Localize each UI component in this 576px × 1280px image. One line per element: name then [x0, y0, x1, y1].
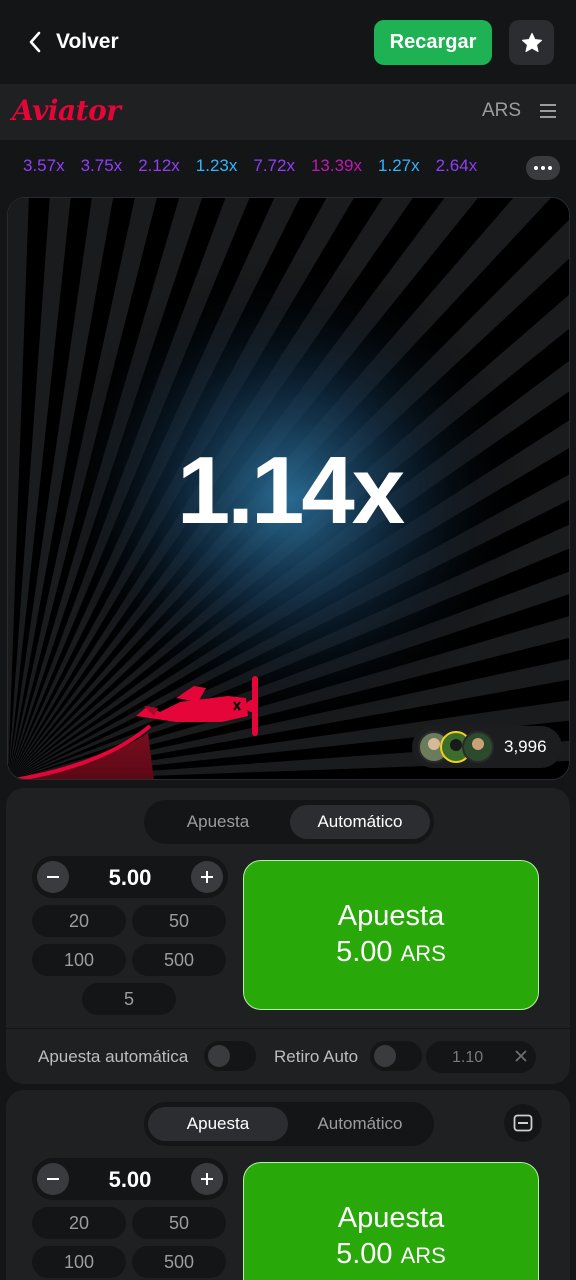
bet-mode-tabs: Apuesta Automático [144, 1102, 434, 1146]
game-canvas: 1.14x 3,996 [7, 197, 570, 780]
players-online: 3,996 [412, 726, 562, 768]
bet-amount-value[interactable]: 5.00 [72, 1167, 188, 1193]
place-bet-button[interactable]: Apuesta 5.00 ARS [243, 860, 539, 1010]
increase-button[interactable] [191, 1163, 223, 1195]
history-multiplier[interactable]: 3.57x [23, 156, 65, 176]
top-bar: Volver Recargar [0, 0, 576, 84]
history-multiplier[interactable]: 1.23x [196, 156, 238, 176]
bet-button-currency: ARS [400, 941, 446, 966]
player-avatars [418, 731, 494, 763]
history-list: 3.57x 3.75x 2.12x 1.23x 7.72x 13.39x 1.27x 2.64… [23, 156, 519, 182]
auto-cashout-value: 1.10 [452, 1049, 484, 1066]
bet-button-amount: 5.00 ARS [336, 934, 446, 972]
recharge-button[interactable]: Recargar [374, 20, 492, 65]
players-count: 3,996 [504, 737, 547, 756]
decrease-button[interactable] [37, 1163, 69, 1195]
auto-settings-row: Apuesta automática Retiro Auto 1.10 [6, 1028, 570, 1084]
more-dots-icon [534, 166, 552, 170]
history-multiplier[interactable]: 13.39x [311, 156, 362, 176]
place-bet-button[interactable]: Apuesta 5.00 ARS [243, 1162, 539, 1280]
history-multiplier[interactable]: 1.27x [378, 156, 420, 176]
bet-amount-stepper: 5.00 [32, 1158, 228, 1200]
auto-bet-toggle[interactable] [204, 1041, 256, 1071]
bet-mode-tabs: Apuesta Automático [144, 800, 434, 844]
auto-cashout-toggle[interactable] [370, 1041, 422, 1071]
tab-automatico[interactable]: Automático [290, 1107, 430, 1141]
tab-apuesta[interactable]: Apuesta [148, 1107, 288, 1141]
bet-panel-1: Apuesta Automático 5.00 20 50 100 500 5 … [6, 788, 570, 1084]
tab-automatico[interactable]: Automático [290, 805, 430, 839]
bet-button-amount-value: 5.00 [336, 936, 393, 968]
quick-amount-chip[interactable]: 20 [32, 905, 126, 937]
back-button[interactable]: Volver [28, 24, 119, 60]
menu-icon[interactable] [540, 104, 556, 118]
bet-panel-2: Apuesta Automático 5.00 20 50 100 500 Ap… [6, 1090, 570, 1280]
bet-button-label: Apuesta [337, 1202, 445, 1234]
plus-icon [201, 1173, 213, 1185]
quick-amount-chip[interactable]: 5 [82, 983, 176, 1015]
quick-amount-chip[interactable]: 20 [32, 1207, 126, 1239]
back-label: Volver [56, 30, 119, 53]
tab-apuesta[interactable]: Apuesta [148, 805, 288, 839]
aviator-logo: Aviator [12, 94, 121, 127]
increase-button[interactable] [191, 861, 223, 893]
bet-button-currency: ARS [400, 1243, 446, 1268]
favorite-button[interactable] [509, 20, 554, 65]
remove-panel-button[interactable] [504, 1104, 542, 1142]
history-multiplier[interactable]: 7.72x [253, 156, 295, 176]
multiplier-history: 3.57x 3.75x 2.12x 1.23x 7.72x 13.39x 1.27x 2.64… [0, 140, 576, 196]
quick-amount-chip[interactable]: 500 [132, 944, 226, 976]
minus-icon [47, 1178, 59, 1180]
decrease-button[interactable] [37, 861, 69, 893]
quick-amount-chip[interactable]: 100 [32, 1246, 126, 1278]
quick-amount-chip[interactable]: 100 [32, 944, 126, 976]
auto-cashout-input[interactable]: 1.10 [426, 1041, 536, 1073]
bet-button-amount-value: 5.00 [336, 1238, 393, 1270]
current-multiplier: 1.14x [176, 437, 405, 544]
chevron-left-icon [29, 31, 41, 53]
currency-label: ARS [482, 100, 522, 121]
plus-icon [201, 871, 213, 883]
bet-amount-value[interactable]: 5.00 [72, 865, 188, 891]
minus-icon [47, 876, 59, 878]
history-multiplier[interactable]: 2.12x [138, 156, 180, 176]
clear-icon[interactable] [512, 1047, 530, 1065]
game-header: Aviator ARS [0, 84, 576, 140]
bet-button-label: Apuesta [337, 900, 445, 932]
star-icon [521, 32, 542, 52]
bet-button-amount: 5.00 ARS [336, 1236, 446, 1274]
auto-cashout-label: Retiro Auto [274, 1047, 359, 1066]
quick-amount-chip[interactable]: 500 [132, 1246, 226, 1278]
minus-square-icon [513, 1114, 533, 1132]
quick-amount-chip[interactable]: 50 [132, 1207, 226, 1239]
history-multiplier[interactable]: 3.75x [81, 156, 123, 176]
history-more-button[interactable] [526, 156, 560, 180]
quick-amount-chip[interactable]: 50 [132, 905, 226, 937]
auto-bet-label: Apuesta automática [38, 1047, 189, 1066]
bet-amount-stepper: 5.00 [32, 856, 228, 898]
